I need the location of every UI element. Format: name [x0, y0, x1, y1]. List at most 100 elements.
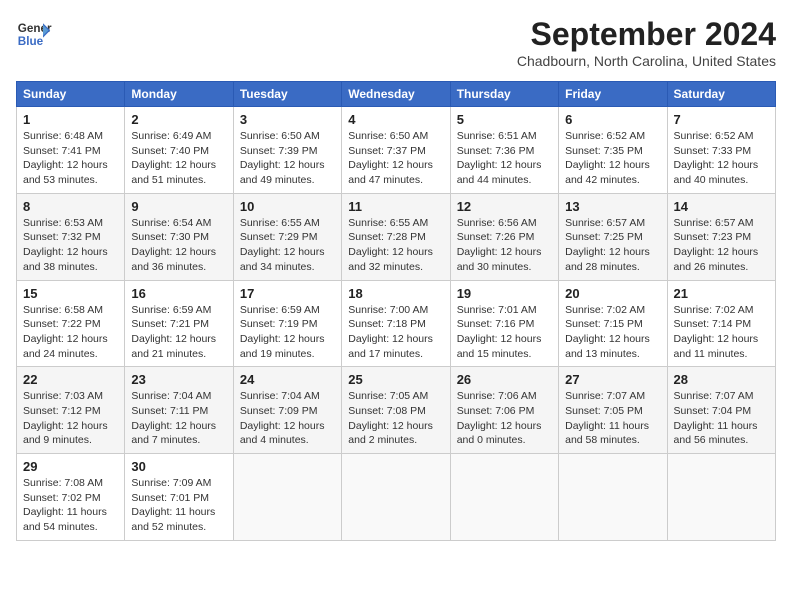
- calendar-cell: [450, 454, 558, 541]
- day-info: Sunrise: 7:06 AM Sunset: 7:06 PM Dayligh…: [457, 389, 552, 448]
- calendar-cell: 16 Sunrise: 6:59 AM Sunset: 7:21 PM Dayli…: [125, 280, 233, 367]
- calendar-cell: 13 Sunrise: 6:57 AM Sunset: 7:25 PM Dayli…: [559, 193, 667, 280]
- day-info: Sunrise: 7:04 AM Sunset: 7:09 PM Dayligh…: [240, 389, 335, 448]
- day-info: Sunrise: 7:05 AM Sunset: 7:08 PM Dayligh…: [348, 389, 443, 448]
- title-block: September 2024 Chadbourn, North Carolina…: [517, 16, 776, 69]
- calendar-table: SundayMondayTuesdayWednesdayThursdayFrid…: [16, 81, 776, 541]
- calendar-cell: 4 Sunrise: 6:50 AM Sunset: 7:37 PM Daylig…: [342, 107, 450, 194]
- day-info: Sunrise: 7:01 AM Sunset: 7:16 PM Dayligh…: [457, 303, 552, 362]
- day-number: 1: [23, 112, 118, 127]
- day-info: Sunrise: 6:55 AM Sunset: 7:29 PM Dayligh…: [240, 216, 335, 275]
- calendar-cell: 5 Sunrise: 6:51 AM Sunset: 7:36 PM Daylig…: [450, 107, 558, 194]
- day-info: Sunrise: 6:51 AM Sunset: 7:36 PM Dayligh…: [457, 129, 552, 188]
- day-number: 29: [23, 459, 118, 474]
- calendar-cell: 6 Sunrise: 6:52 AM Sunset: 7:35 PM Daylig…: [559, 107, 667, 194]
- day-number: 12: [457, 199, 552, 214]
- day-number: 4: [348, 112, 443, 127]
- weekday-header-tuesday: Tuesday: [233, 82, 341, 107]
- day-number: 24: [240, 372, 335, 387]
- day-number: 9: [131, 199, 226, 214]
- day-number: 27: [565, 372, 660, 387]
- day-info: Sunrise: 7:00 AM Sunset: 7:18 PM Dayligh…: [348, 303, 443, 362]
- day-info: Sunrise: 6:52 AM Sunset: 7:35 PM Dayligh…: [565, 129, 660, 188]
- day-info: Sunrise: 7:02 AM Sunset: 7:15 PM Dayligh…: [565, 303, 660, 362]
- day-info: Sunrise: 6:50 AM Sunset: 7:37 PM Dayligh…: [348, 129, 443, 188]
- day-info: Sunrise: 7:08 AM Sunset: 7:02 PM Dayligh…: [23, 476, 118, 535]
- day-info: Sunrise: 7:04 AM Sunset: 7:11 PM Dayligh…: [131, 389, 226, 448]
- calendar-week-row: 15Sunrise: 6:58 AM Sunset: 7:22 PM Dayli…: [17, 280, 776, 367]
- calendar-cell: [233, 454, 341, 541]
- day-info: Sunrise: 6:49 AM Sunset: 7:40 PM Dayligh…: [131, 129, 226, 188]
- day-info: Sunrise: 6:55 AM Sunset: 7:28 PM Dayligh…: [348, 216, 443, 275]
- day-number: 26: [457, 372, 552, 387]
- day-number: 14: [674, 199, 769, 214]
- day-number: 7: [674, 112, 769, 127]
- logo-icon: General Blue: [16, 16, 52, 52]
- calendar-cell: 27Sunrise: 7:07 AM Sunset: 7:05 PM Dayli…: [559, 367, 667, 454]
- day-info: Sunrise: 6:57 AM Sunset: 7:25 PM Dayligh…: [565, 216, 660, 275]
- day-info: Sunrise: 6:59 AM Sunset: 7:21 PM Dayligh…: [131, 303, 226, 362]
- day-number: 6: [565, 112, 660, 127]
- location-title: Chadbourn, North Carolina, United States: [517, 53, 776, 69]
- day-info: Sunrise: 6:56 AM Sunset: 7:26 PM Dayligh…: [457, 216, 552, 275]
- calendar-cell: 17Sunrise: 6:59 AM Sunset: 7:19 PM Dayli…: [233, 280, 341, 367]
- day-number: 21: [674, 286, 769, 301]
- calendar-cell: 26 Sunrise: 7:06 AM Sunset: 7:06 PM Dayli…: [450, 367, 558, 454]
- day-info: Sunrise: 7:07 AM Sunset: 7:04 PM Dayligh…: [674, 389, 769, 448]
- calendar-cell: 1 Sunrise: 6:48 AM Sunset: 7:41 PM Daylig…: [17, 107, 125, 194]
- calendar-cell: 23 Sunrise: 7:04 AM Sunset: 7:11 PM Dayli…: [125, 367, 233, 454]
- calendar-cell: 20Sunrise: 7:02 AM Sunset: 7:15 PM Dayli…: [559, 280, 667, 367]
- calendar-cell: 29 Sunrise: 7:08 AM Sunset: 7:02 PM Dayli…: [17, 454, 125, 541]
- calendar-week-row: 1 Sunrise: 6:48 AM Sunset: 7:41 PM Daylig…: [17, 107, 776, 194]
- weekday-header-friday: Friday: [559, 82, 667, 107]
- svg-text:Blue: Blue: [18, 35, 44, 48]
- day-info: Sunrise: 6:54 AM Sunset: 7:30 PM Dayligh…: [131, 216, 226, 275]
- day-number: 10: [240, 199, 335, 214]
- day-info: Sunrise: 6:53 AM Sunset: 7:32 PM Dayligh…: [23, 216, 118, 275]
- day-info: Sunrise: 6:52 AM Sunset: 7:33 PM Dayligh…: [674, 129, 769, 188]
- day-number: 18: [348, 286, 443, 301]
- day-info: Sunrise: 6:57 AM Sunset: 7:23 PM Dayligh…: [674, 216, 769, 275]
- calendar-cell: 18 Sunrise: 7:00 AM Sunset: 7:18 PM Dayli…: [342, 280, 450, 367]
- calendar-cell: 19Sunrise: 7:01 AM Sunset: 7:16 PM Dayli…: [450, 280, 558, 367]
- day-number: 28: [674, 372, 769, 387]
- day-number: 2: [131, 112, 226, 127]
- calendar-cell: [342, 454, 450, 541]
- weekday-header-wednesday: Wednesday: [342, 82, 450, 107]
- day-number: 3: [240, 112, 335, 127]
- calendar-cell: 14 Sunrise: 6:57 AM Sunset: 7:23 PM Dayli…: [667, 193, 775, 280]
- calendar-cell: 24 Sunrise: 7:04 AM Sunset: 7:09 PM Dayli…: [233, 367, 341, 454]
- day-number: 22: [23, 372, 118, 387]
- day-number: 25: [348, 372, 443, 387]
- day-info: Sunrise: 7:09 AM Sunset: 7:01 PM Dayligh…: [131, 476, 226, 535]
- logo: General Blue: [16, 16, 52, 52]
- calendar-cell: [667, 454, 775, 541]
- day-number: 5: [457, 112, 552, 127]
- day-info: Sunrise: 7:03 AM Sunset: 7:12 PM Dayligh…: [23, 389, 118, 448]
- calendar-cell: 11 Sunrise: 6:55 AM Sunset: 7:28 PM Dayli…: [342, 193, 450, 280]
- day-number: 11: [348, 199, 443, 214]
- day-number: 17: [240, 286, 335, 301]
- calendar-cell: 2 Sunrise: 6:49 AM Sunset: 7:40 PM Daylig…: [125, 107, 233, 194]
- calendar-cell: 15Sunrise: 6:58 AM Sunset: 7:22 PM Dayli…: [17, 280, 125, 367]
- day-number: 15: [23, 286, 118, 301]
- calendar-cell: 10 Sunrise: 6:55 AM Sunset: 7:29 PM Dayli…: [233, 193, 341, 280]
- day-number: 16: [131, 286, 226, 301]
- calendar-cell: 8Sunrise: 6:53 AM Sunset: 7:32 PM Daylig…: [17, 193, 125, 280]
- day-number: 13: [565, 199, 660, 214]
- day-info: Sunrise: 6:48 AM Sunset: 7:41 PM Dayligh…: [23, 129, 118, 188]
- day-number: 23: [131, 372, 226, 387]
- calendar-cell: 28 Sunrise: 7:07 AM Sunset: 7:04 PM Dayli…: [667, 367, 775, 454]
- calendar-cell: 7 Sunrise: 6:52 AM Sunset: 7:33 PM Daylig…: [667, 107, 775, 194]
- calendar-week-row: 22 Sunrise: 7:03 AM Sunset: 7:12 PM Dayli…: [17, 367, 776, 454]
- day-number: 30: [131, 459, 226, 474]
- weekday-header-saturday: Saturday: [667, 82, 775, 107]
- weekday-header-monday: Monday: [125, 82, 233, 107]
- day-info: Sunrise: 7:02 AM Sunset: 7:14 PM Dayligh…: [674, 303, 769, 362]
- calendar-cell: 21 Sunrise: 7:02 AM Sunset: 7:14 PM Dayli…: [667, 280, 775, 367]
- calendar-cell: 12 Sunrise: 6:56 AM Sunset: 7:26 PM Dayli…: [450, 193, 558, 280]
- calendar-cell: 30 Sunrise: 7:09 AM Sunset: 7:01 PM Dayli…: [125, 454, 233, 541]
- weekday-header-row: SundayMondayTuesdayWednesdayThursdayFrid…: [17, 82, 776, 107]
- calendar-cell: 25 Sunrise: 7:05 AM Sunset: 7:08 PM Dayli…: [342, 367, 450, 454]
- month-title: September 2024: [517, 16, 776, 53]
